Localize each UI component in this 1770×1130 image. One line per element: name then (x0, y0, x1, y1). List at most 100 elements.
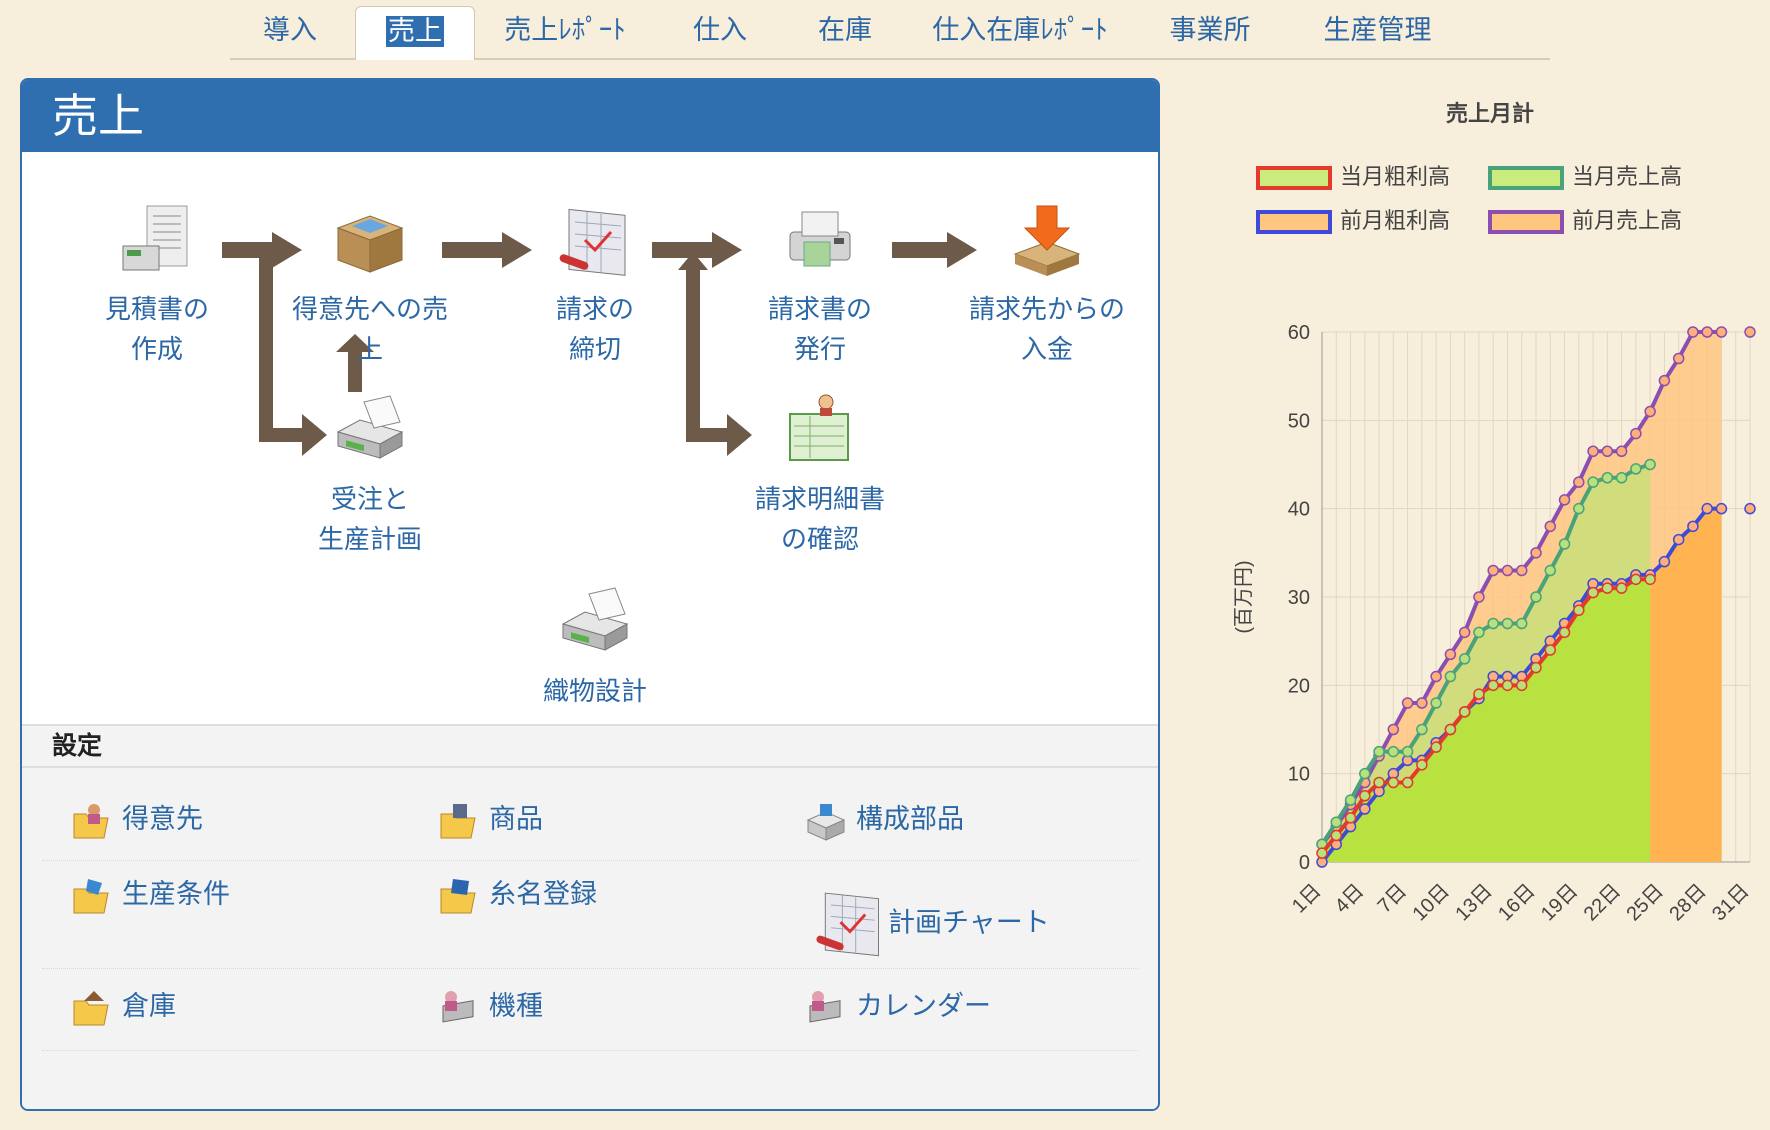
x-tick-label: 25日 (1623, 880, 1668, 925)
x-tick-label: 10日 (1409, 880, 1454, 925)
divider (42, 1050, 1138, 1051)
data-point (1473, 688, 1485, 700)
flow-statement-check[interactable]: 請求明細書 の確認 (730, 392, 910, 560)
settings-item-machine-type-label: 機種 (489, 991, 543, 1022)
settings-item-customer-label: 得意先 (122, 804, 203, 835)
divider (42, 968, 1138, 969)
tab-sales[interactable]: 売上 (355, 6, 475, 60)
flow-invoice[interactable]: 請求書の 発行 (730, 202, 910, 370)
data-point (1344, 812, 1357, 824)
data-point (1573, 476, 1585, 488)
settings-item-product[interactable]: 商品 (437, 795, 543, 845)
data-point (1458, 653, 1471, 665)
data-point (1416, 723, 1428, 736)
data-point (1401, 697, 1414, 709)
tab-sales-label: 売上 (386, 16, 444, 47)
x-tick-label: 1日 (1288, 880, 1326, 918)
legend-label: 当月売上高 (1572, 164, 1683, 189)
data-point (1416, 759, 1428, 771)
data-point (1573, 604, 1585, 616)
data-point (1615, 582, 1628, 594)
data-point (1587, 445, 1599, 457)
data-point (1601, 445, 1614, 457)
x-tick-label: 13日 (1451, 880, 1496, 925)
data-point (1487, 679, 1499, 692)
data-point (1715, 326, 1728, 338)
calendar-icon (809, 990, 841, 1023)
data-point (1558, 494, 1571, 506)
settings-item-warehouse[interactable]: 倉庫 (70, 982, 176, 1032)
billing-chart-icon (559, 208, 626, 276)
x-tick-label: 31日 (1708, 880, 1753, 925)
statement-board-icon (789, 394, 849, 461)
flow-order-planning[interactable]: 受注と 生産計画 (280, 392, 460, 560)
data-point (1430, 697, 1442, 709)
folder-product-icon (440, 803, 476, 838)
y-tick-label: 40 (1288, 499, 1310, 521)
settings-item-calendar[interactable]: カレンダー (804, 982, 991, 1032)
folder-condition-icon (73, 878, 109, 913)
data-point (1644, 573, 1656, 586)
data-point (1687, 326, 1699, 338)
flow-estimate[interactable]: 見積書の 作成 (67, 202, 247, 370)
flow-closing-label: 請求の 締切 (555, 295, 634, 365)
settings-item-machine-type[interactable]: 機種 (437, 982, 543, 1032)
parts-box-icon (806, 803, 846, 841)
data-point (1615, 445, 1628, 457)
tab-sales-report[interactable]: 売上ﾚﾎﾟｰﾄ (480, 6, 650, 58)
settings-item-customer[interactable]: 得意先 (70, 795, 203, 845)
flow-invoice-label: 請求書の 発行 (767, 295, 872, 365)
data-point (1373, 745, 1385, 758)
folder-user-icon (73, 803, 109, 838)
settings-grid: 得意先 商品 構成部品 生産条件 糸名登録 計画チャート 倉庫 機種 カレンダー (22, 768, 1158, 1109)
tab-purchase[interactable]: 仕入 (660, 6, 780, 58)
y-tick-label: 30 (1288, 587, 1310, 609)
settings-item-yarn-registration[interactable]: 糸名登録 (437, 870, 597, 920)
tab-production[interactable]: 生産管理 (1295, 6, 1460, 58)
chart-title: 売上月計 (1445, 101, 1534, 126)
folder-yarn-icon (440, 878, 476, 913)
tab-inventory[interactable]: 在庫 (785, 6, 905, 58)
chart-plot: 0102030405060(百万円)1日 4日 7日10日13日16日19日22日2… (1233, 322, 1756, 925)
settings-item-planning-chart[interactable]: 計画チャート (812, 886, 1050, 966)
data-point (1387, 723, 1400, 736)
chart-sheet-icon (816, 892, 879, 957)
x-tick-label: 7日 (1374, 880, 1412, 918)
data-point (1359, 803, 1371, 815)
data-point (1615, 472, 1628, 484)
flow-sales-label: 得意先への売 上 (291, 295, 448, 365)
flow-statement-check-label: 請求明細書 の確認 (754, 485, 885, 555)
data-point (1544, 564, 1557, 577)
flow-textile-design-label: 織物設計 (542, 677, 647, 707)
flow-textile-design[interactable]: 織物設計 (505, 584, 685, 712)
data-point (1387, 776, 1400, 789)
data-point (1587, 586, 1599, 599)
data-point (1715, 502, 1728, 515)
data-point (1387, 745, 1400, 758)
tab-introduction[interactable]: 導入 (230, 6, 350, 58)
flow-sales[interactable]: 得意先への売 上 (280, 202, 460, 370)
tab-office[interactable]: 事業所 (1135, 6, 1285, 58)
y-axis-label: (百万円) (1233, 560, 1255, 633)
flow-payment[interactable]: 請求先からの 入金 (957, 202, 1137, 370)
printer-icon (561, 587, 629, 651)
data-point (1401, 776, 1414, 789)
legend-item-current-gross[interactable]: 当月粗利高 (1256, 162, 1450, 192)
data-point (1473, 591, 1485, 603)
settings-item-production-condition[interactable]: 生産条件 (70, 870, 230, 920)
settings-item-parts[interactable]: 構成部品 (804, 795, 964, 845)
tab-purchase-inventory-report[interactable]: 仕入在庫ﾚﾎﾟｰﾄ (920, 6, 1120, 58)
flow-closing[interactable]: 請求の 締切 (505, 202, 685, 370)
data-point (1658, 374, 1671, 387)
data-point (1701, 326, 1713, 338)
data-point (1487, 617, 1499, 630)
main-tab-bar: 導入 売上 売上ﾚﾎﾟｰﾄ 仕入 在庫 仕入在庫ﾚﾎﾟｰﾄ 事業所 生産管理 (230, 0, 1550, 60)
data-point (1558, 538, 1571, 550)
legend-item-current-sales[interactable]: 当月売上高 (1488, 162, 1682, 192)
x-tick-label: 4日 (1331, 880, 1369, 918)
y-tick-label: 60 (1288, 322, 1310, 344)
settings-item-production-condition-label: 生産条件 (122, 879, 230, 910)
settings-item-yarn-registration-label: 糸名登録 (489, 879, 597, 910)
data-point (1487, 564, 1499, 577)
data-point (1330, 829, 1343, 842)
